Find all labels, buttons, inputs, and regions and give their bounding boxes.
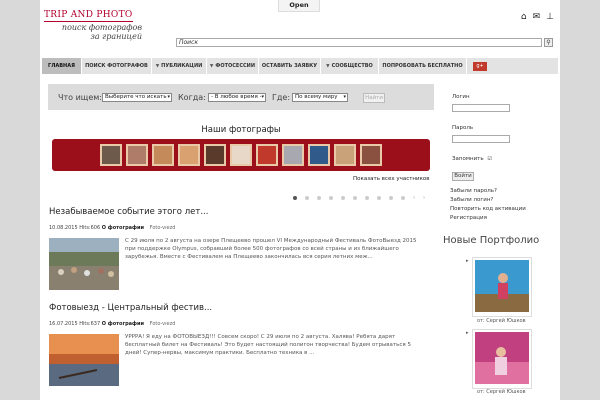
page-dot[interactable]	[293, 196, 297, 200]
photographer-thumb[interactable]	[152, 144, 174, 166]
filter-where-label: Где:	[272, 93, 291, 102]
nav-item-search-photographers[interactable]: ПОИСК ФОТОГРАФОВ	[82, 58, 152, 74]
photographer-thumb[interactable]	[282, 144, 304, 166]
photographer-thumb[interactable]	[126, 144, 148, 166]
nav-item-leave-request[interactable]: ОСТАВИТЬ ЗАЯВКУ	[259, 58, 321, 74]
portfolio-author[interactable]: от: Сергей Юшков	[477, 318, 526, 324]
resend-activation-link[interactable]: Повторить код активации	[450, 206, 526, 212]
photographers-title: Наши фотографы	[201, 125, 281, 135]
forgot-password-link[interactable]: Забыли пароль?	[450, 188, 497, 194]
page-dot[interactable]	[401, 196, 405, 200]
arrow-down-icon: ▼	[209, 63, 214, 69]
header-icons: ⌂ ✉ ⊥	[521, 12, 554, 22]
filter-where-select[interactable]: По всему миру	[292, 93, 348, 102]
filter-when-select[interactable]: - В любое время -	[208, 93, 266, 102]
photographer-thumb[interactable]	[204, 144, 226, 166]
filter-submit-button[interactable]: Найти	[363, 93, 385, 103]
page-dot[interactable]	[341, 196, 345, 200]
remember-label: Запомнить ☑	[452, 156, 492, 162]
page-dot[interactable]	[317, 196, 321, 200]
portfolio-card[interactable]	[472, 329, 532, 389]
filter-when-label: Когда:	[178, 93, 206, 102]
search-filter: Что ищем: Выберите что искать Когда: - В…	[48, 84, 434, 110]
show-all-link[interactable]: Показать всех участников	[353, 176, 430, 182]
article-title[interactable]: Фотовыезд - Центральный фестив...	[49, 303, 212, 313]
main-nav: ГЛАВНАЯ ПОИСК ФОТОГРАФОВ ▼ ПУБЛИКАЦИИ ▼ …	[42, 58, 558, 74]
arrow-down-icon: ▼	[326, 63, 330, 69]
article-meta: 16.07.2015 Hits:637 О фотографии Foto-vı…	[49, 321, 176, 327]
photographer-thumb[interactable]	[308, 144, 330, 166]
photographer-thumb[interactable]	[178, 144, 200, 166]
register-link[interactable]: Регистрация	[450, 215, 487, 221]
portfolio-author[interactable]: от: Сергей Юшков	[477, 389, 526, 395]
filter-what-select[interactable]: Выберите что искать	[102, 93, 172, 102]
page-dot[interactable]	[353, 196, 357, 200]
nav-item-home[interactable]: ГЛАВНАЯ	[42, 58, 82, 74]
portfolio-photo	[475, 332, 529, 384]
portfolio-photo	[475, 260, 529, 312]
remember-checkbox[interactable]: ☑	[487, 156, 491, 162]
article-excerpt: С 29 июля по 2 августа на озере Плещеево…	[125, 238, 417, 260]
page: Open TRIP AND PHOTO поиск фотографов за …	[40, 0, 560, 400]
login-input[interactable]	[452, 104, 510, 112]
logo-subtitle: поиск фотографов за границей	[61, 23, 142, 41]
login-label: Логин	[452, 94, 470, 100]
password-label: Пароль	[452, 125, 474, 131]
page-dot[interactable]	[365, 196, 369, 200]
filter-what-label: Что ищем:	[58, 93, 102, 102]
site-logo[interactable]: TRIP AND PHOTO поиск фотографов за грани…	[44, 10, 144, 44]
password-input[interactable]	[452, 135, 510, 143]
google-plus-icon[interactable]: g+	[473, 61, 487, 71]
logo-title: TRIP AND PHOTO	[44, 10, 133, 22]
page-dot[interactable]	[329, 196, 333, 200]
nav-item-publications[interactable]: ▼ ПУБЛИКАЦИИ	[152, 58, 207, 74]
page-dot[interactable]	[377, 196, 381, 200]
photographer-thumb[interactable]	[334, 144, 356, 166]
nav-item-try-free[interactable]: ПОПРОБОВАТЬ БЕСПЛАТНО	[379, 58, 467, 74]
article-photo	[49, 238, 119, 290]
photographers-carousel	[52, 139, 430, 171]
photographer-thumb[interactable]	[230, 144, 252, 166]
prev-icon[interactable]: ‹	[413, 195, 415, 201]
page-dot[interactable]	[305, 196, 309, 200]
bullet-icon: ▸	[466, 258, 469, 264]
home-icon[interactable]: ⌂	[521, 12, 527, 22]
carousel-pagination: ‹ ›	[293, 195, 425, 201]
portfolio-title: Новые Портфолио	[443, 235, 540, 246]
article-meta: 10.08.2015 Hits:606 О фотографии Foto-vı…	[49, 225, 176, 231]
arrow-down-icon: ▼	[155, 63, 160, 69]
forgot-login-link[interactable]: Забыли логин?	[450, 197, 493, 203]
open-tab[interactable]: Open	[278, 0, 320, 12]
article-excerpt: УРРРА! Я еду на ФОТОВЫЕЗД!!! Совсем скор…	[125, 334, 411, 356]
search-icon: ⚲	[546, 39, 551, 46]
article-title[interactable]: Незабываемое событие этого лет...	[49, 207, 208, 217]
mail-icon[interactable]: ✉	[533, 12, 541, 22]
next-icon[interactable]: ›	[423, 195, 425, 201]
portfolio-card[interactable]	[472, 257, 532, 317]
page-dot[interactable]	[389, 196, 393, 200]
search-input[interactable]: Поиск	[176, 38, 542, 47]
bullet-icon: ▸	[466, 330, 469, 336]
search-button[interactable]: ⚲	[544, 38, 553, 47]
login-button[interactable]: Войти	[452, 172, 474, 181]
photographer-thumb[interactable]	[100, 144, 122, 166]
photographer-thumb[interactable]	[360, 144, 382, 166]
article-photo	[49, 334, 119, 386]
nav-item-community[interactable]: ▼ СООБЩЕСТВО	[321, 58, 379, 74]
sitemap-icon[interactable]: ⊥	[546, 12, 554, 22]
photographer-thumb[interactable]	[256, 144, 278, 166]
article-image[interactable]	[49, 334, 119, 386]
article-image[interactable]	[49, 238, 119, 290]
nav-item-photosessions[interactable]: ▼ ФОТОСЕССИИ	[207, 58, 259, 74]
